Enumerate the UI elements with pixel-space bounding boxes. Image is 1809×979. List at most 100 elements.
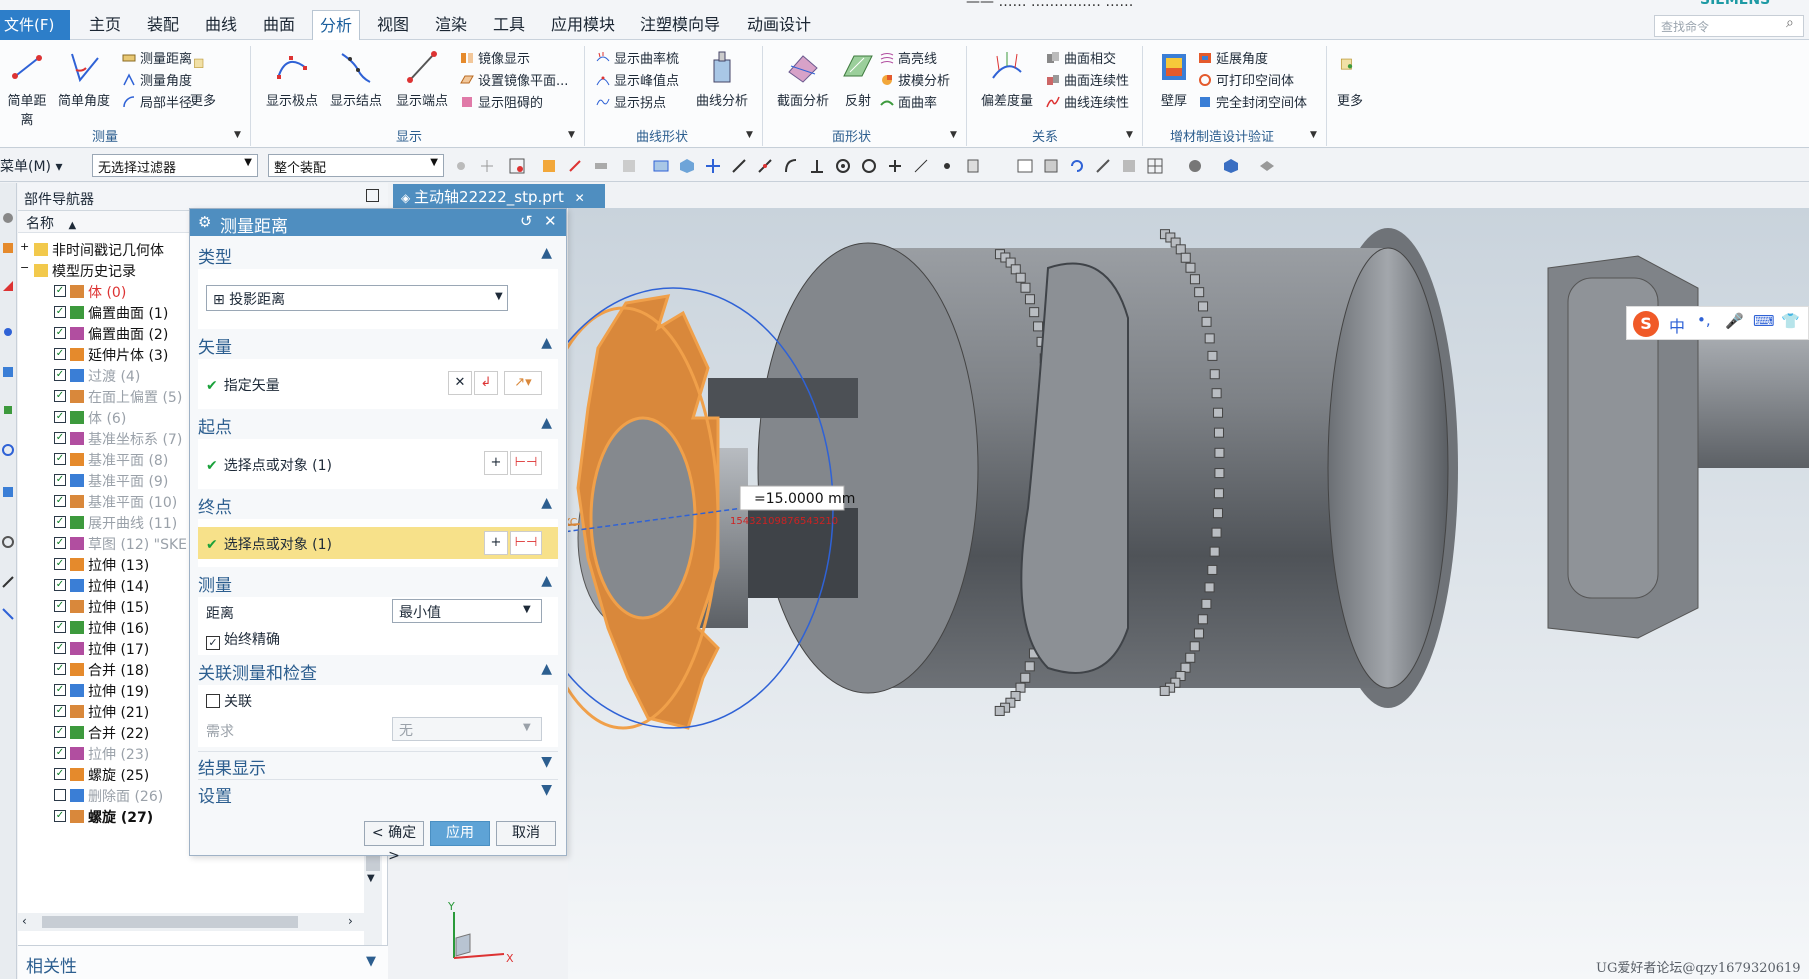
clock-icon[interactable] <box>1 535 15 549</box>
assembly-navigator-icon[interactable] <box>1 241 15 255</box>
tree-node[interactable]: ✓ 拉伸 (13) <box>18 554 218 576</box>
scroll-left-icon[interactable]: ‹ <box>22 914 27 928</box>
slash-icon[interactable] <box>912 157 930 175</box>
tree-node[interactable]: ✓ 体 (0) <box>18 281 218 303</box>
vector-dialog-icon[interactable]: ↲ <box>474 371 498 395</box>
tree-node[interactable]: ✓ 偏置曲面 (1) <box>18 302 218 324</box>
measure-angle-button[interactable]: 测量角度 <box>122 70 192 89</box>
tree-node[interactable]: 删除面 (26) <box>18 785 218 807</box>
tree-node[interactable]: ✓ 螺旋 (25) <box>18 764 218 786</box>
ime-toolbar[interactable]: S 中 •, 🎤 ⌨ 👕 <box>1626 306 1809 340</box>
roles-icon[interactable] <box>1 325 15 339</box>
tree-node[interactable]: ✓ 基准坐标系 (7) <box>18 428 218 450</box>
reset-icon[interactable]: ↺ <box>520 212 533 230</box>
reflection-button[interactable]: 反射 <box>838 48 878 109</box>
specify-vector-row[interactable]: ✔ 指定矢量 <box>206 375 280 395</box>
microphone-icon[interactable]: 🎤 <box>1725 312 1744 330</box>
expand-icon[interactable]: + <box>20 240 29 253</box>
visibility-icon[interactable] <box>1258 157 1276 175</box>
tree-node[interactable]: ✓ 偏置曲面 (2) <box>18 323 218 345</box>
graphics-viewport[interactable]: YC XC ZC =15.0000 mm 15432109876543210 S… <box>568 208 1809 979</box>
expand-icon[interactable]: − <box>20 261 29 274</box>
visibility-checkbox[interactable]: ✓ <box>54 600 66 612</box>
punctuation-icon[interactable]: •, <box>1697 311 1711 329</box>
printable-volume-button[interactable]: 可打印空间体 <box>1198 70 1294 89</box>
curvature-comb-button[interactable]: 显示曲率梳 <box>596 48 679 67</box>
associative-row[interactable]: 关联 <box>206 691 252 711</box>
selection-scope-select[interactable]: 整个装配 ▼ <box>268 154 444 177</box>
tab-assembly[interactable]: 装配 <box>140 10 186 40</box>
visibility-checkbox[interactable] <box>54 789 66 801</box>
settings-icon[interactable] <box>1 211 15 225</box>
inflection-points-button[interactable]: 显示拐点 <box>596 92 666 111</box>
render-style-icon[interactable] <box>1186 157 1204 175</box>
visibility-checkbox[interactable]: ✓ <box>54 726 66 738</box>
visibility-checkbox[interactable]: ✓ <box>54 537 66 549</box>
show-poles-button[interactable]: 显示极点 <box>262 48 322 109</box>
point-dialog-icon[interactable]: + <box>484 531 508 555</box>
enclosed-volume-button[interactable]: 完全封闭空间体 <box>1198 92 1307 111</box>
skin-icon[interactable]: 👕 <box>1781 312 1800 330</box>
vector-section-header[interactable]: 矢量 ▲ <box>198 333 558 359</box>
tree-node[interactable]: ✓ 草图 (12) "SKE <box>18 533 218 555</box>
visibility-checkbox[interactable]: ✓ <box>54 516 66 528</box>
tab-home[interactable]: 主页 <box>82 10 128 40</box>
assoc-section-header[interactable]: 关联测量和检查 ▲ <box>198 659 558 685</box>
start-select-row[interactable]: ✔ 选择点或对象 (1) <box>206 455 332 475</box>
point-icon[interactable] <box>938 157 956 175</box>
visibility-checkbox[interactable]: ✓ <box>54 621 66 633</box>
tree-node[interactable]: ✓ 延伸片体 (3) <box>18 344 218 366</box>
visibility-checkbox[interactable]: ✓ <box>54 705 66 717</box>
overhang-angle-button[interactable]: 延展角度 <box>1198 48 1268 67</box>
tree-node[interactable]: ✓ 合并 (22) <box>18 722 218 744</box>
tree-node[interactable]: ✓ 基准平面 (8) <box>18 449 218 471</box>
feature-icon[interactable] <box>540 157 558 175</box>
visibility-checkbox[interactable]: ✓ <box>54 558 66 570</box>
box-select-icon[interactable] <box>652 157 670 175</box>
ok-button[interactable]: < 确定 > <box>364 821 424 864</box>
tab-surface[interactable]: 曲面 <box>256 10 302 40</box>
measure-section-header[interactable]: 测量 ▲ <box>198 571 558 597</box>
type-select[interactable]: ⊞ 投影距离 ▼ <box>206 285 508 311</box>
measure-more-button[interactable]: 更多 <box>186 48 220 109</box>
visibility-checkbox[interactable]: ✓ <box>54 327 66 339</box>
visibility-checkbox[interactable]: ✓ <box>54 684 66 696</box>
chevron-down-icon[interactable]: ▼ <box>950 130 957 140</box>
show-blocked-button[interactable]: 显示阻碍的 <box>460 92 543 111</box>
line-tool-icon[interactable] <box>1 575 15 589</box>
tab-applications[interactable]: 应用模块 <box>545 10 621 40</box>
visibility-checkbox[interactable]: ✓ <box>54 390 66 402</box>
type-section-header[interactable]: 类型 ▲ <box>198 243 558 269</box>
perpendicular-icon[interactable] <box>808 157 826 175</box>
end-section-header[interactable]: 终点 ▲ <box>198 493 558 519</box>
visibility-checkbox[interactable]: ✓ <box>54 747 66 759</box>
zoom-icon[interactable] <box>1120 157 1138 175</box>
tree-node[interactable]: ✓ 拉伸 (16) <box>18 617 218 639</box>
tree-node[interactable]: ✓ 拉伸 (19) <box>18 680 218 702</box>
visibility-checkbox[interactable]: ✓ <box>54 495 66 507</box>
surface-intersection-button[interactable]: 曲面相交 <box>1046 48 1116 67</box>
section-analysis-button[interactable]: 截面分析 <box>772 48 834 109</box>
result-display-section-header[interactable]: 结果显示 ▼ <box>198 751 558 779</box>
chevron-down-icon[interactable]: ▼ <box>1310 130 1317 140</box>
chevron-down-icon[interactable]: ▼ <box>1126 130 1133 140</box>
visibility-checkbox[interactable]: ✓ <box>54 306 66 318</box>
tree-node[interactable]: ✓ 合并 (18) <box>18 659 218 681</box>
role-icon[interactable] <box>1 607 15 621</box>
arrow-icon[interactable] <box>566 157 584 175</box>
tree-node[interactable]: ✓ 过渡 (4) <box>18 365 218 387</box>
curve-continuity-button[interactable]: 曲线连续性 <box>1046 92 1129 111</box>
dependencies-panel[interactable]: 相关性 ▼ <box>18 945 388 979</box>
palette-icon[interactable] <box>1 485 15 499</box>
vector-options-icon[interactable]: ↗▾ <box>504 371 542 395</box>
tree-node[interactable]: ✓ 基准平面 (10) <box>18 491 218 513</box>
ime-mode[interactable]: 中 <box>1669 313 1685 337</box>
history-icon[interactable] <box>1 365 15 379</box>
visibility-checkbox[interactable]: ✓ <box>54 579 66 591</box>
angled-line-icon[interactable] <box>756 157 774 175</box>
apply-button[interactable]: 应用 <box>430 821 490 846</box>
snap-icon[interactable] <box>478 157 496 175</box>
close-icon[interactable]: ✕ <box>575 191 585 205</box>
tab-mold-wizard[interactable]: 注塑模向导 <box>634 10 726 40</box>
tree-node[interactable]: − 模型历史记录 <box>18 260 218 282</box>
